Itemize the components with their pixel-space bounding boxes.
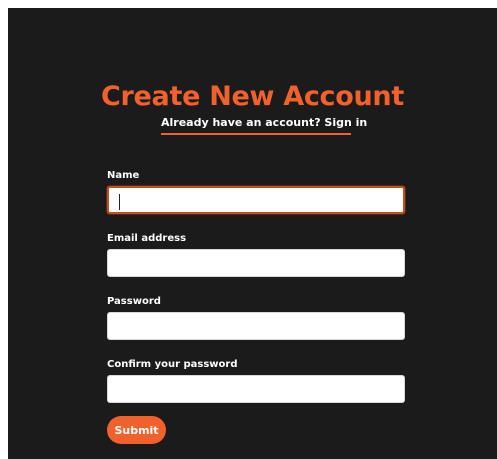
password-field[interactable] xyxy=(107,312,405,340)
sign-in-link[interactable]: Already have an account? Sign in xyxy=(161,115,367,135)
email-field[interactable] xyxy=(107,249,405,277)
name-label: Name xyxy=(107,170,140,181)
confirm-password-field[interactable] xyxy=(107,375,405,403)
email-label: Email address xyxy=(107,233,187,244)
confirm-password-label: Confirm your password xyxy=(107,359,238,370)
text-caret xyxy=(119,194,120,210)
signup-panel: Create New Account Already have an accou… xyxy=(8,8,497,459)
name-field[interactable] xyxy=(107,186,405,214)
password-label: Password xyxy=(107,296,161,307)
page-title: Create New Account xyxy=(101,81,404,112)
submit-button[interactable]: Submit xyxy=(107,416,166,444)
